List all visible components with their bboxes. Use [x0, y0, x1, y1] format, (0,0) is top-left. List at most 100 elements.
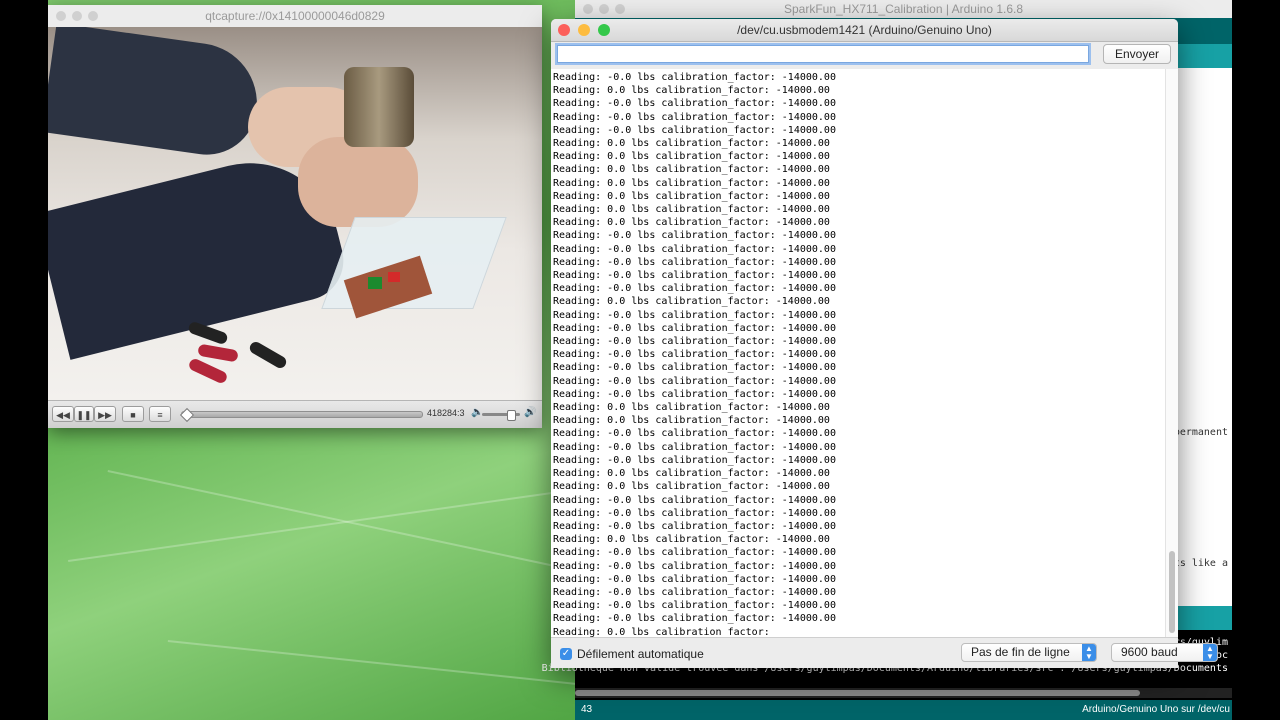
playlist-button[interactable]: ≡	[149, 406, 171, 422]
send-row: Envoyer	[551, 42, 1178, 68]
serial-line: Reading: 0.0 lbs calibration_factor: -14…	[553, 204, 830, 216]
autoscroll-label: Défilement automatique	[577, 647, 704, 661]
close-icon[interactable]	[558, 24, 570, 36]
serial-line: Reading: -0.0 lbs calibration_factor: -1…	[553, 270, 836, 282]
serial-line: Reading: -0.0 lbs calibration_factor: -1…	[553, 520, 836, 532]
load-cell-cylinder	[344, 67, 414, 147]
serial-line: Reading: -0.0 lbs calibration_factor: -1…	[553, 388, 836, 400]
terminal-block	[368, 277, 382, 289]
zoom-icon[interactable]	[598, 24, 610, 36]
serial-line: Reading: -0.0 lbs calibration_factor: -1…	[553, 349, 836, 361]
qt-titlebar: qtcapture://0x14100000046d0829	[48, 5, 542, 28]
close-icon[interactable]	[583, 4, 593, 14]
status-line-number: 43	[581, 704, 593, 715]
output-vertical-scrollbar[interactable]	[1165, 69, 1178, 637]
serial-line: Reading: -0.0 lbs calibration_factor: -1…	[553, 256, 836, 268]
console-horizontal-scrollbar[interactable]	[575, 688, 1232, 698]
serial-line: Reading: 0.0 lbs calibration_factor: -14…	[553, 85, 830, 97]
line-ending-select[interactable]: Pas de fin de ligne ▲ ▼	[961, 643, 1097, 662]
serial-line: Reading: 0.0 lbs calibration_factor:	[553, 626, 770, 637]
serial-line: Reading: -0.0 lbs calibration_factor: -1…	[553, 507, 836, 519]
serial-line: Reading: -0.0 lbs calibration_factor: -1…	[553, 441, 836, 453]
updown-arrows-icon: ▲ ▼	[1203, 644, 1217, 661]
serial-line: Reading: -0.0 lbs calibration_factor: -1…	[553, 309, 836, 321]
serial-line: Reading: -0.0 lbs calibration_factor: -1…	[553, 124, 836, 136]
serial-line: Reading: -0.0 lbs calibration_factor: -1…	[553, 336, 836, 348]
qt-controls-bar: ◀◀ ❚❚ ▶▶ ■ ≡ 418284:3 🔈 🔊	[48, 400, 542, 428]
serial-line: Reading: -0.0 lbs calibration_factor: -1…	[553, 375, 836, 387]
serial-line: Reading: -0.0 lbs calibration_factor: -1…	[553, 560, 836, 572]
line-ending-value: Pas de fin de ligne	[971, 645, 1070, 659]
serial-input[interactable]	[557, 45, 1089, 63]
terminal-block	[388, 272, 400, 282]
serial-line: Reading: -0.0 lbs calibration_factor: -1…	[553, 230, 836, 242]
serial-line: Reading: -0.0 lbs calibration_factor: -1…	[553, 586, 836, 598]
video-frame	[48, 27, 542, 400]
banana-plug	[187, 357, 229, 385]
baud-select[interactable]: 9600 baud ▲ ▼	[1111, 643, 1218, 662]
rewind-button[interactable]: ◀◀	[52, 406, 74, 422]
close-icon[interactable]	[56, 11, 66, 21]
sm-footer: ✓ Défilement automatique Pas de fin de l…	[551, 637, 1218, 668]
serial-line: Reading: -0.0 lbs calibration_factor: -1…	[553, 111, 836, 123]
scrollbar-thumb[interactable]	[1169, 551, 1175, 633]
serial-line: Reading: -0.0 lbs calibration_factor: -1…	[553, 72, 836, 83]
serial-line: Reading: -0.0 lbs calibration_factor: -1…	[553, 322, 836, 334]
serial-line: Reading: 0.0 lbs calibration_factor: -14…	[553, 296, 830, 308]
sm-window-controls[interactable]	[558, 24, 610, 36]
minimize-icon[interactable]	[578, 24, 590, 36]
baud-value: 9600 baud	[1121, 645, 1178, 659]
ide-window-controls[interactable]	[583, 4, 625, 14]
pause-button[interactable]: ❚❚	[74, 406, 94, 422]
serial-line: Reading: 0.0 lbs calibration_factor: -14…	[553, 415, 830, 427]
forward-button[interactable]: ▶▶	[94, 406, 116, 422]
playback-progress-bar[interactable]	[179, 407, 423, 423]
serial-lines: Reading: -0.0 lbs calibration_factor: -1…	[553, 71, 836, 637]
serial-line: Reading: -0.0 lbs calibration_factor: -1…	[553, 98, 836, 110]
minimize-icon[interactable]	[599, 4, 609, 14]
serial-line: Reading: 0.0 lbs calibration_factor: -14…	[553, 481, 830, 493]
qt-title: qtcapture://0x14100000046d0829	[205, 9, 385, 23]
editor-fragment: permanent	[1173, 427, 1228, 438]
serial-line: Reading: -0.0 lbs calibration_factor: -1…	[553, 613, 836, 625]
scrollbar-thumb[interactable]	[575, 690, 1140, 696]
banana-plug	[197, 343, 239, 363]
banana-plug	[247, 339, 289, 371]
updown-arrows-icon: ▲ ▼	[1082, 644, 1096, 661]
progress-knob[interactable]	[179, 407, 195, 423]
stop-button[interactable]: ■	[122, 406, 144, 422]
serial-output[interactable]: Reading: -0.0 lbs calibration_factor: -1…	[551, 69, 1178, 637]
serial-line: Reading: -0.0 lbs calibration_factor: -1…	[553, 600, 836, 612]
desktop-background: SparkFun_HX711_Calibration | Arduino 1.6…	[48, 0, 1232, 720]
time-readout: 418284:3	[427, 408, 465, 418]
serial-line: Reading: -0.0 lbs calibration_factor: -1…	[553, 573, 836, 585]
serial-monitor-window: /dev/cu.usbmodem1421 (Arduino/Genuino Un…	[551, 19, 1218, 668]
serial-line: Reading: 0.0 lbs calibration_factor: -14…	[553, 190, 830, 202]
serial-line: Reading: -0.0 lbs calibration_factor: -1…	[553, 454, 836, 466]
serial-line: Reading: -0.0 lbs calibration_factor: -1…	[553, 494, 836, 506]
serial-line: Reading: 0.0 lbs calibration_factor: -14…	[553, 402, 830, 414]
serial-line: Reading: -0.0 lbs calibration_factor: -1…	[553, 428, 836, 440]
serial-line: Reading: 0.0 lbs calibration_factor: -14…	[553, 468, 830, 480]
speaker-high-icon: 🔊	[524, 407, 537, 418]
sleeve-shape	[48, 27, 265, 162]
hand-shape	[298, 137, 418, 227]
sm-title: /dev/cu.usbmodem1421 (Arduino/Genuino Un…	[737, 23, 992, 37]
serial-line: Reading: -0.0 lbs calibration_factor: -1…	[553, 362, 836, 374]
status-board: Arduino/Genuino Uno sur /dev/cu	[1082, 704, 1230, 715]
qt-window-controls[interactable]	[56, 11, 98, 21]
ide-status-bar: 43 Arduino/Genuino Uno sur /dev/cu	[575, 700, 1232, 720]
serial-line: Reading: 0.0 lbs calibration_factor: -14…	[553, 151, 830, 163]
zoom-icon[interactable]	[615, 4, 625, 14]
volume-slider[interactable]	[482, 410, 520, 421]
minimize-icon[interactable]	[72, 11, 82, 21]
send-button[interactable]: Envoyer	[1103, 44, 1171, 64]
autoscroll-checkbox[interactable]: ✓	[560, 648, 572, 660]
zoom-icon[interactable]	[88, 11, 98, 21]
sm-titlebar: /dev/cu.usbmodem1421 (Arduino/Genuino Un…	[551, 19, 1178, 42]
serial-line: Reading: -0.0 lbs calibration_factor: -1…	[553, 283, 836, 295]
quicktime-window: qtcapture://0x14100000046d0829 ◀◀ ❚❚ ▶▶ …	[48, 5, 542, 428]
serial-line: Reading: -0.0 lbs calibration_factor: -1…	[553, 547, 836, 559]
volume-knob[interactable]	[507, 410, 516, 421]
serial-line: Reading: -0.0 lbs calibration_factor: -1…	[553, 243, 836, 255]
